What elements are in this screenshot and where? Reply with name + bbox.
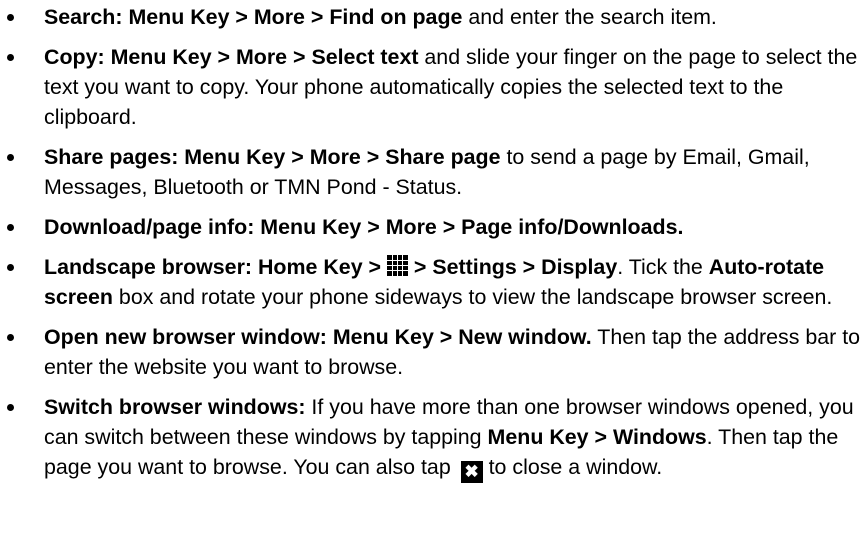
- grid-icon: [386, 255, 408, 276]
- item-path: Menu Key > More > Share page: [184, 145, 501, 169]
- bullet-list: Search: Menu Key > More > Find on page a…: [0, 0, 868, 483]
- item-label: Copy:: [44, 45, 105, 69]
- item-text: and enter the search item.: [462, 5, 717, 29]
- list-item-open-new-window: Open new browser window: Menu Key > New …: [0, 322, 868, 382]
- bullet-icon: [7, 334, 14, 341]
- item-path-after-icon: > Settings > Display: [407, 255, 618, 279]
- bullet-icon: [7, 14, 14, 21]
- item-path: Menu Key > New window.: [332, 325, 592, 349]
- item-label: Share pages:: [44, 145, 179, 169]
- item-path: Menu Key > More > Page info/Downloads.: [260, 215, 684, 239]
- bullet-icon: [7, 54, 14, 61]
- bullet-icon: [7, 154, 14, 161]
- list-item-download-page-info: Download/page info: Menu Key > More > Pa…: [0, 212, 868, 242]
- bullet-icon: [7, 404, 14, 411]
- document-page: Search: Menu Key > More > Find on page a…: [0, 0, 868, 547]
- list-item-switch-windows: Switch browser windows: If you have more…: [0, 392, 868, 483]
- item-path-before-icon: Home Key >: [257, 255, 387, 279]
- list-item-copy: Copy: Menu Key > More > Select text and …: [0, 42, 868, 132]
- item-label: Search:: [44, 5, 123, 29]
- list-item-landscape-browser: Landscape browser: Home Key > > Settings…: [0, 252, 868, 312]
- item-text: box and rotate your phone sideways to vi…: [112, 285, 833, 309]
- item-path: Menu Key > More > Select text: [110, 45, 419, 69]
- bullet-icon: [7, 224, 14, 231]
- list-item-share-pages: Share pages: Menu Key > More > Share pag…: [0, 142, 868, 202]
- close-icon: ✖: [460, 461, 483, 483]
- item-text: . Tick the: [617, 255, 709, 279]
- item-label: Landscape browser:: [44, 255, 253, 279]
- item-label: Open new browser window:: [44, 325, 327, 349]
- item-text: to close a window.: [482, 455, 663, 479]
- bullet-icon: [7, 264, 14, 271]
- list-item-search: Search: Menu Key > More > Find on page a…: [0, 2, 868, 32]
- item-path: Menu Key > More > Find on page: [128, 5, 463, 29]
- item-label: Switch browser windows:: [44, 395, 306, 419]
- item-label: Download/page info:: [44, 215, 255, 239]
- item-bold-text: Menu Key > Windows: [487, 425, 707, 449]
